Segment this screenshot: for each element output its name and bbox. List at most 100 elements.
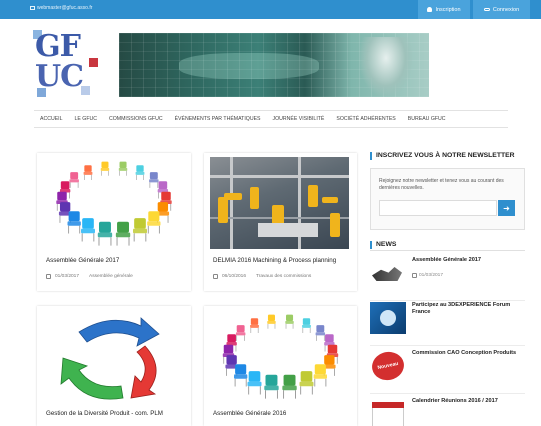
chair bbox=[313, 364, 327, 387]
nav-item-evenements[interactable]: ÉVÉNEMENTS PAR THÉMATIQUES bbox=[169, 111, 267, 127]
post-card[interactable]: DELMIA 2016 Machining & Process planning… bbox=[204, 153, 357, 291]
chair bbox=[133, 218, 147, 242]
post-card[interactable]: Assemblée Générale 2017 01/03/2017 Assem… bbox=[37, 153, 191, 291]
nav-item-le-gfuc[interactable]: LE GFUC bbox=[69, 111, 103, 127]
new-badge: Nouveau bbox=[370, 350, 406, 382]
chair bbox=[149, 172, 159, 188]
logo-text-top: GF bbox=[35, 29, 81, 64]
signup-label: Inscription bbox=[435, 6, 461, 13]
news-date: 01/03/2017 bbox=[419, 273, 444, 278]
chair bbox=[247, 371, 262, 395]
post-image bbox=[37, 306, 191, 404]
post-date: 01/03/2017 bbox=[55, 274, 80, 279]
news-item[interactable]: Nouveau Commission CAO Conception Produi… bbox=[370, 350, 530, 394]
contact-email-text: webmaster@gfuc.asso.fr bbox=[37, 5, 93, 11]
calendar-icon bbox=[412, 273, 417, 278]
news-thumbnail bbox=[370, 398, 406, 426]
calendar-icon bbox=[46, 274, 51, 279]
site-logo[interactable]: GF UC bbox=[33, 29, 105, 97]
cycle-arrows-illustration bbox=[60, 317, 160, 400]
chair bbox=[115, 221, 131, 246]
logo-square bbox=[89, 58, 98, 67]
chair bbox=[302, 318, 311, 333]
login-icon bbox=[483, 8, 490, 11]
news-title[interactable]: Commission CAO Conception Produits bbox=[412, 350, 530, 357]
news-title[interactable]: Assemblée Générale 2017 bbox=[412, 257, 530, 264]
nav-item-journee-visibilite[interactable]: JOURNÉE VISIBILITÉ bbox=[267, 111, 331, 127]
divider bbox=[370, 300, 525, 301]
login-button[interactable]: Connexion bbox=[473, 0, 530, 19]
newsletter-heading: INSCRIVEZ VOUS À NOTRE NEWSLETTER bbox=[370, 152, 515, 160]
post-card[interactable]: Gestion de la Diversité Produit - com. P… bbox=[37, 306, 191, 426]
signup-button[interactable]: Inscription bbox=[418, 0, 470, 19]
login-label: Connexion bbox=[492, 6, 520, 13]
divider bbox=[370, 345, 525, 346]
news-item[interactable]: Assemblée Générale 2017 01/03/2017 bbox=[370, 257, 530, 301]
news-item[interactable]: Calendrier Réunions 2016 / 2017 bbox=[370, 398, 530, 426]
chair bbox=[81, 218, 95, 242]
banner-figure bbox=[359, 37, 413, 97]
arrow-right-icon: ➜ bbox=[503, 203, 510, 213]
news-thumbnail: Nouveau bbox=[370, 350, 406, 382]
chair bbox=[118, 161, 128, 176]
contact-email[interactable]: webmaster@gfuc.asso.fr bbox=[30, 5, 92, 11]
chair bbox=[83, 165, 93, 180]
chair-circle-illustration bbox=[222, 314, 339, 399]
chair bbox=[135, 165, 145, 180]
chair bbox=[97, 221, 113, 246]
nav-item-bureau[interactable]: BUREAU GFUC bbox=[402, 111, 452, 127]
user-icon bbox=[427, 7, 433, 12]
post-date: 06/10/2016 bbox=[222, 274, 247, 279]
chair-circle-illustration bbox=[56, 161, 172, 246]
news-title[interactable]: Calendrier Réunions 2016 / 2017 bbox=[412, 398, 530, 405]
post-title[interactable]: DELMIA 2016 Machining & Process planning bbox=[213, 257, 336, 264]
chair bbox=[69, 172, 79, 188]
chair bbox=[299, 371, 314, 395]
post-card[interactable]: Assemblée Générale 2016 bbox=[204, 306, 357, 426]
post-meta: 06/10/2016 Travaux des commissions bbox=[213, 274, 311, 279]
post-title[interactable]: Gestion de la Diversité Produit - com. P… bbox=[46, 410, 163, 417]
newsletter-submit-button[interactable]: ➜ bbox=[498, 200, 515, 216]
chair bbox=[282, 374, 297, 399]
news-thumbnail bbox=[370, 302, 406, 334]
blue-arrow bbox=[78, 317, 160, 347]
post-title[interactable]: Assemblée Générale 2016 bbox=[213, 410, 286, 417]
post-title[interactable]: Assemblée Générale 2017 bbox=[46, 257, 119, 264]
red-arrow bbox=[130, 345, 157, 399]
news-title[interactable]: Participez au 3DEXPERIENCE Forum France bbox=[412, 302, 530, 316]
logo-text-bottom: UC bbox=[35, 59, 84, 94]
header-banner bbox=[119, 33, 429, 97]
chair bbox=[250, 318, 259, 333]
chair bbox=[267, 314, 276, 329]
chair bbox=[147, 211, 161, 234]
post-category[interactable]: Assemblée générale bbox=[89, 274, 133, 279]
calendar-icon bbox=[213, 274, 218, 279]
chair bbox=[100, 161, 110, 176]
chair bbox=[285, 314, 294, 329]
post-image bbox=[204, 153, 357, 251]
divider bbox=[370, 393, 525, 394]
top-bar: webmaster@gfuc.asso.fr Inscription Conne… bbox=[0, 0, 541, 19]
news-item[interactable]: Participez au 3DEXPERIENCE Forum France bbox=[370, 302, 530, 346]
nav-item-accueil[interactable]: ACCUEIL bbox=[34, 111, 69, 127]
nav-item-societes[interactable]: SOCIÉTÉ ADHÉRENTES bbox=[330, 111, 401, 127]
newsletter-email-input[interactable] bbox=[379, 200, 497, 216]
news-meta: 01/03/2017 bbox=[412, 273, 443, 278]
chair bbox=[235, 325, 246, 341]
news-heading: NEWS bbox=[370, 241, 396, 249]
main-nav: ACCUEIL LE GFUC COMMISSIONS GFUC ÉVÉNEME… bbox=[34, 110, 508, 128]
newsletter-text: Rejoignez notre newsletter et tenez vous… bbox=[379, 178, 504, 191]
factory-robots-image bbox=[210, 157, 349, 249]
chair bbox=[234, 364, 248, 387]
envelope-icon bbox=[30, 6, 35, 10]
green-arrow bbox=[60, 357, 124, 400]
chair bbox=[67, 211, 81, 234]
banner-glow bbox=[179, 53, 319, 79]
post-meta: 01/03/2017 Assemblée générale bbox=[46, 274, 133, 279]
divider bbox=[370, 250, 525, 251]
post-category[interactable]: Travaux des commissions bbox=[256, 274, 311, 279]
nav-item-commissions[interactable]: COMMISSIONS GFUC bbox=[103, 111, 169, 127]
post-image bbox=[204, 306, 357, 404]
news-thumbnail bbox=[370, 257, 406, 289]
chair bbox=[264, 374, 279, 399]
